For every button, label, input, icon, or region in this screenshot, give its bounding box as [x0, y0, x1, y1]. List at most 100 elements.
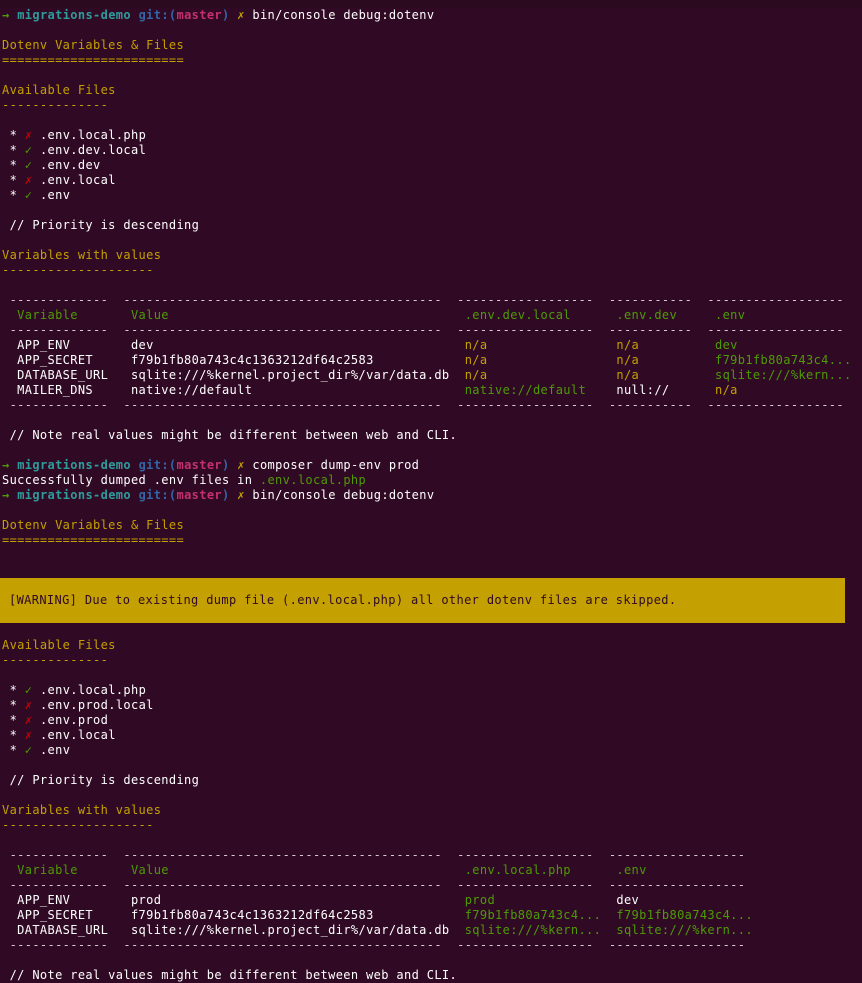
table-row: APP_ENV dev n/a n/a dev	[0, 338, 862, 353]
file-indent	[2, 728, 10, 742]
table-row: APP_SECRET f79b1fb80a743c4c1363212df64c2…	[0, 353, 862, 368]
table-gap	[594, 878, 609, 892]
section-heading: Available Files	[0, 638, 862, 653]
table-separator-segment: ------------------	[457, 323, 594, 337]
table-separator-segment: ----------------------------------------…	[123, 293, 442, 307]
composer-output-text: Successfully dumped .env files in	[2, 473, 260, 487]
table-column-header: Variable	[17, 863, 131, 877]
table-row: APP_ENV prod prod dev	[0, 893, 862, 908]
table-gap	[442, 848, 457, 862]
table-separator-segment: -------------	[9, 293, 109, 307]
file-indent	[2, 128, 10, 142]
table-indent	[2, 308, 17, 322]
section-heading-text: Variables with values	[2, 803, 162, 817]
prompt-command[interactable]: bin/console debug:dotenv	[252, 488, 434, 502]
table-indent	[2, 353, 17, 367]
table-cell-variable: APP_SECRET	[17, 908, 131, 922]
table-indent	[2, 908, 17, 922]
table-separator-segment: -----------	[608, 398, 693, 412]
prompt-git-close: )	[222, 8, 230, 22]
table-cell-na: n/a	[464, 368, 617, 382]
prompt-directory: migrations-demo	[17, 458, 131, 472]
table-column-header: .env.dev.local	[464, 308, 617, 322]
table-cell-source-value: f79b1fb80a743c4...	[616, 908, 753, 922]
file-space	[17, 188, 25, 202]
table-cell-source-value: f79b1fb80a743c4...	[715, 353, 852, 367]
table-indent	[2, 923, 17, 937]
prompt-dirty-icon: ✗	[237, 458, 245, 472]
comment-text: // Priority is descending	[2, 218, 200, 232]
table-separator-segment: ------------------	[457, 293, 594, 307]
terminal-output-area[interactable]: → migrations-demo git:(master) ✗ bin/con…	[0, 8, 862, 982]
table-cell-source-value: f79b1fb80a743c4...	[464, 908, 617, 922]
table-separator-segment: ----------------------------------------…	[123, 323, 442, 337]
file-space	[17, 713, 25, 727]
file-name: .env.prod	[39, 713, 109, 727]
table-gap	[108, 398, 123, 412]
file-list-item: * ✓ .env.dev.local	[0, 143, 862, 158]
table-cell-na: n/a	[616, 338, 715, 352]
file-space	[17, 143, 25, 157]
table-separator-segment: -----------	[608, 293, 693, 307]
section-heading: Available Files	[0, 83, 862, 98]
table-indent	[2, 338, 17, 352]
table-gap	[594, 293, 609, 307]
prompt-arrow-icon: →	[2, 8, 10, 22]
table-cell-variable: DATABASE_URL	[17, 368, 131, 382]
table-gap	[108, 293, 123, 307]
table-column-header: .env.local.php	[464, 863, 617, 877]
table-cell-variable: APP_ENV	[17, 338, 131, 352]
table-separator-segment: ------------------	[457, 398, 594, 412]
file-name: .env.dev.local	[39, 143, 147, 157]
table-separator-segment: ------------------	[707, 323, 844, 337]
table-column-header: Variable	[17, 308, 131, 322]
table-indent	[2, 398, 10, 412]
table-cell-value: f79b1fb80a743c4c1363212df64c2583	[130, 353, 465, 367]
table-gap	[108, 848, 123, 862]
table-column-header: .env	[616, 863, 647, 877]
table-separator-segment: -----------	[608, 323, 693, 337]
file-space	[17, 743, 25, 757]
file-name: .env.local.php	[39, 683, 147, 697]
table-indent	[2, 323, 10, 337]
file-name: .env.local	[39, 173, 116, 187]
prompt-line: → migrations-demo git:(master) ✗ bin/con…	[0, 488, 862, 503]
file-indent	[2, 698, 10, 712]
table-cell-na: n/a	[616, 368, 715, 382]
comment-line: // Priority is descending	[0, 773, 862, 788]
section-heading-rule: --------------------	[0, 263, 862, 278]
table-separator-segment: ------------------	[608, 938, 746, 952]
file-indent	[2, 683, 10, 697]
prompt-directory: migrations-demo	[17, 8, 131, 22]
table-separator-segment: ------------------	[608, 878, 746, 892]
prompt-git-branch: master	[176, 458, 223, 472]
warning-banner-text: [WARNING] Due to existing dump file (.en…	[9, 593, 677, 607]
prompt-dirty-icon: ✗	[237, 8, 245, 22]
prompt-line: → migrations-demo git:(master) ✗ bin/con…	[0, 8, 862, 23]
table-row: DATABASE_URL sqlite:///%kernel.project_d…	[0, 923, 862, 938]
table-cell-source-value: sqlite:///%kern...	[616, 923, 753, 937]
file-space	[17, 128, 25, 142]
table-gap	[442, 938, 457, 952]
table-row: DATABASE_URL sqlite:///%kernel.project_d…	[0, 368, 862, 383]
table-cell-variable: APP_SECRET	[17, 353, 131, 367]
prompt-arrow-icon: →	[2, 458, 10, 472]
table-column-header: Value	[130, 863, 465, 877]
table-gap	[594, 848, 609, 862]
prompt-command[interactable]: composer dump-env prod	[252, 458, 419, 472]
table-indent	[2, 368, 17, 382]
table-row: MAILER_DNS native://default native://def…	[0, 383, 862, 398]
prompt-command[interactable]: bin/console debug:dotenv	[252, 8, 434, 22]
file-list-item: * ✓ .env	[0, 743, 862, 758]
table-indent	[2, 863, 17, 877]
section-heading-rule: --------------------	[0, 818, 862, 833]
table-header-row: Variable Value .env.local.php .env	[0, 863, 862, 878]
